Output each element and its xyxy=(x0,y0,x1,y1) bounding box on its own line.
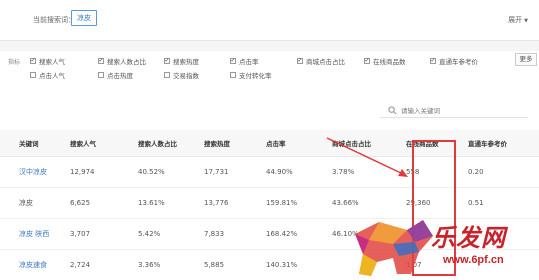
keyword-link[interactable]: 凉皮 陕西 xyxy=(0,218,70,250)
column-header-search-heat[interactable]: 搜索热度 xyxy=(204,130,266,157)
filter-option-click-heat[interactable]: 点击热度 xyxy=(98,70,133,80)
filter-option-online-items[interactable]: ✓ 在线商品数 xyxy=(364,56,406,66)
checkbox[interactable]: ✓ xyxy=(98,58,104,64)
checkbox[interactable]: ✓ xyxy=(30,58,36,64)
table-cell: 3.78% xyxy=(332,156,398,188)
table-cell: 40.52% xyxy=(138,156,204,188)
column-header-search-popularity[interactable]: 搜索人气 xyxy=(70,130,138,157)
checkbox[interactable] xyxy=(230,72,236,78)
watermark-text: 乐发网 xyxy=(431,223,506,252)
table-cell: 140.31% xyxy=(266,249,332,280)
metric-filter-panel: 指标 ✓ 搜索人气 ✓ 搜索人数占比 ✓ 搜索热度 ✓ 点击率 ✓ 商城点击占比 ✓ 在线商… xyxy=(0,51,539,91)
table-row: 汉中凉皮 12,974 40.52% 17,731 44.90% 3.78% 5… xyxy=(0,156,539,188)
column-header-mall-click-share[interactable]: 商城点击占比 xyxy=(332,130,398,157)
table-cell: 168.42% xyxy=(266,218,332,250)
table-cell: 2,724 xyxy=(70,249,138,280)
table-cell: 5,885 xyxy=(204,249,266,280)
keyword-link[interactable]: 凉皮 xyxy=(0,187,70,219)
filter-option-mall-click-share[interactable]: ✓ 商城点击占比 xyxy=(297,56,345,66)
keyword-search xyxy=(380,104,528,118)
table-header-row: 关键词 搜索人气 搜索人数占比 搜索热度 点击率 商城点击占比 在线商品数 直通… xyxy=(0,130,539,157)
filter-option-click-rate[interactable]: ✓ 点击率 xyxy=(230,56,259,66)
keyword-link[interactable]: 凉皮速食 xyxy=(0,249,70,280)
watermark-url: www.6pf.cn xyxy=(443,254,504,266)
checkbox[interactable]: ✓ xyxy=(364,58,370,64)
checkbox[interactable] xyxy=(30,72,36,78)
table-cell: 3,707 xyxy=(70,218,138,250)
expand-button[interactable]: 展开 ▼ xyxy=(508,15,528,25)
checkbox[interactable]: ✓ xyxy=(230,58,236,64)
expand-label: 展开 xyxy=(508,16,523,24)
keyword-link[interactable]: 汉中凉皮 xyxy=(0,156,70,188)
checkbox[interactable]: ✓ xyxy=(164,58,170,64)
table-cell: 7,833 xyxy=(204,218,266,250)
checkbox[interactable]: ✓ xyxy=(297,58,303,64)
filter-option-ztc-price[interactable]: ✓ 直通车参考价 xyxy=(430,56,478,66)
column-header-keyword[interactable]: 关键词 xyxy=(0,130,70,157)
checkbox[interactable]: ✓ xyxy=(430,58,436,64)
more-button[interactable]: 更多 xyxy=(515,53,537,66)
filter-option-search-popularity[interactable]: ✓ 搜索人气 xyxy=(30,56,65,66)
checkbox[interactable] xyxy=(164,72,170,78)
table-cell: 6,625 xyxy=(70,187,138,219)
current-search-label: 当前搜索词： xyxy=(33,16,75,24)
column-header-click-rate[interactable]: 点击率 xyxy=(266,130,332,157)
table-cell: 12,974 xyxy=(70,156,138,188)
watermark-logo: 乐发网 www.6pf.cn xyxy=(349,214,539,280)
table-cell: 17,731 xyxy=(204,156,266,188)
chevron-down-icon: ▼ xyxy=(524,18,528,24)
section-gap xyxy=(0,41,539,51)
filter-option-search-share[interactable]: ✓ 搜索人数占比 xyxy=(98,56,146,66)
search-input[interactable] xyxy=(401,106,521,115)
current-keyword-chip[interactable]: 凉皮 xyxy=(71,10,97,26)
table-cell: 13,776 xyxy=(204,187,266,219)
filter-option-pay-conversion[interactable]: 支付转化率 xyxy=(230,70,272,80)
checkbox[interactable] xyxy=(98,72,104,78)
search-icon xyxy=(388,106,397,115)
current-search-bar: 当前搜索词： 凉皮 展开 ▼ xyxy=(0,0,539,41)
table-cell: 44.90% xyxy=(266,156,332,188)
filter-option-click-popularity[interactable]: 点击人气 xyxy=(30,70,65,80)
table-cell: 5.42% xyxy=(138,218,204,250)
table-cell: 3.36% xyxy=(138,249,204,280)
filter-label: 指标 xyxy=(8,59,21,66)
column-header-ztc-price[interactable]: 直通车参考价 xyxy=(458,130,539,157)
filter-option-trade-index[interactable]: 交易指数 xyxy=(164,70,199,80)
table-cell: 0.20 xyxy=(458,156,539,188)
table-cell: 13.61% xyxy=(138,187,204,219)
column-header-search-share[interactable]: 搜索人数占比 xyxy=(138,130,204,157)
table-cell: 159.81% xyxy=(266,187,332,219)
filter-option-search-heat[interactable]: ✓ 搜索热度 xyxy=(164,56,199,66)
